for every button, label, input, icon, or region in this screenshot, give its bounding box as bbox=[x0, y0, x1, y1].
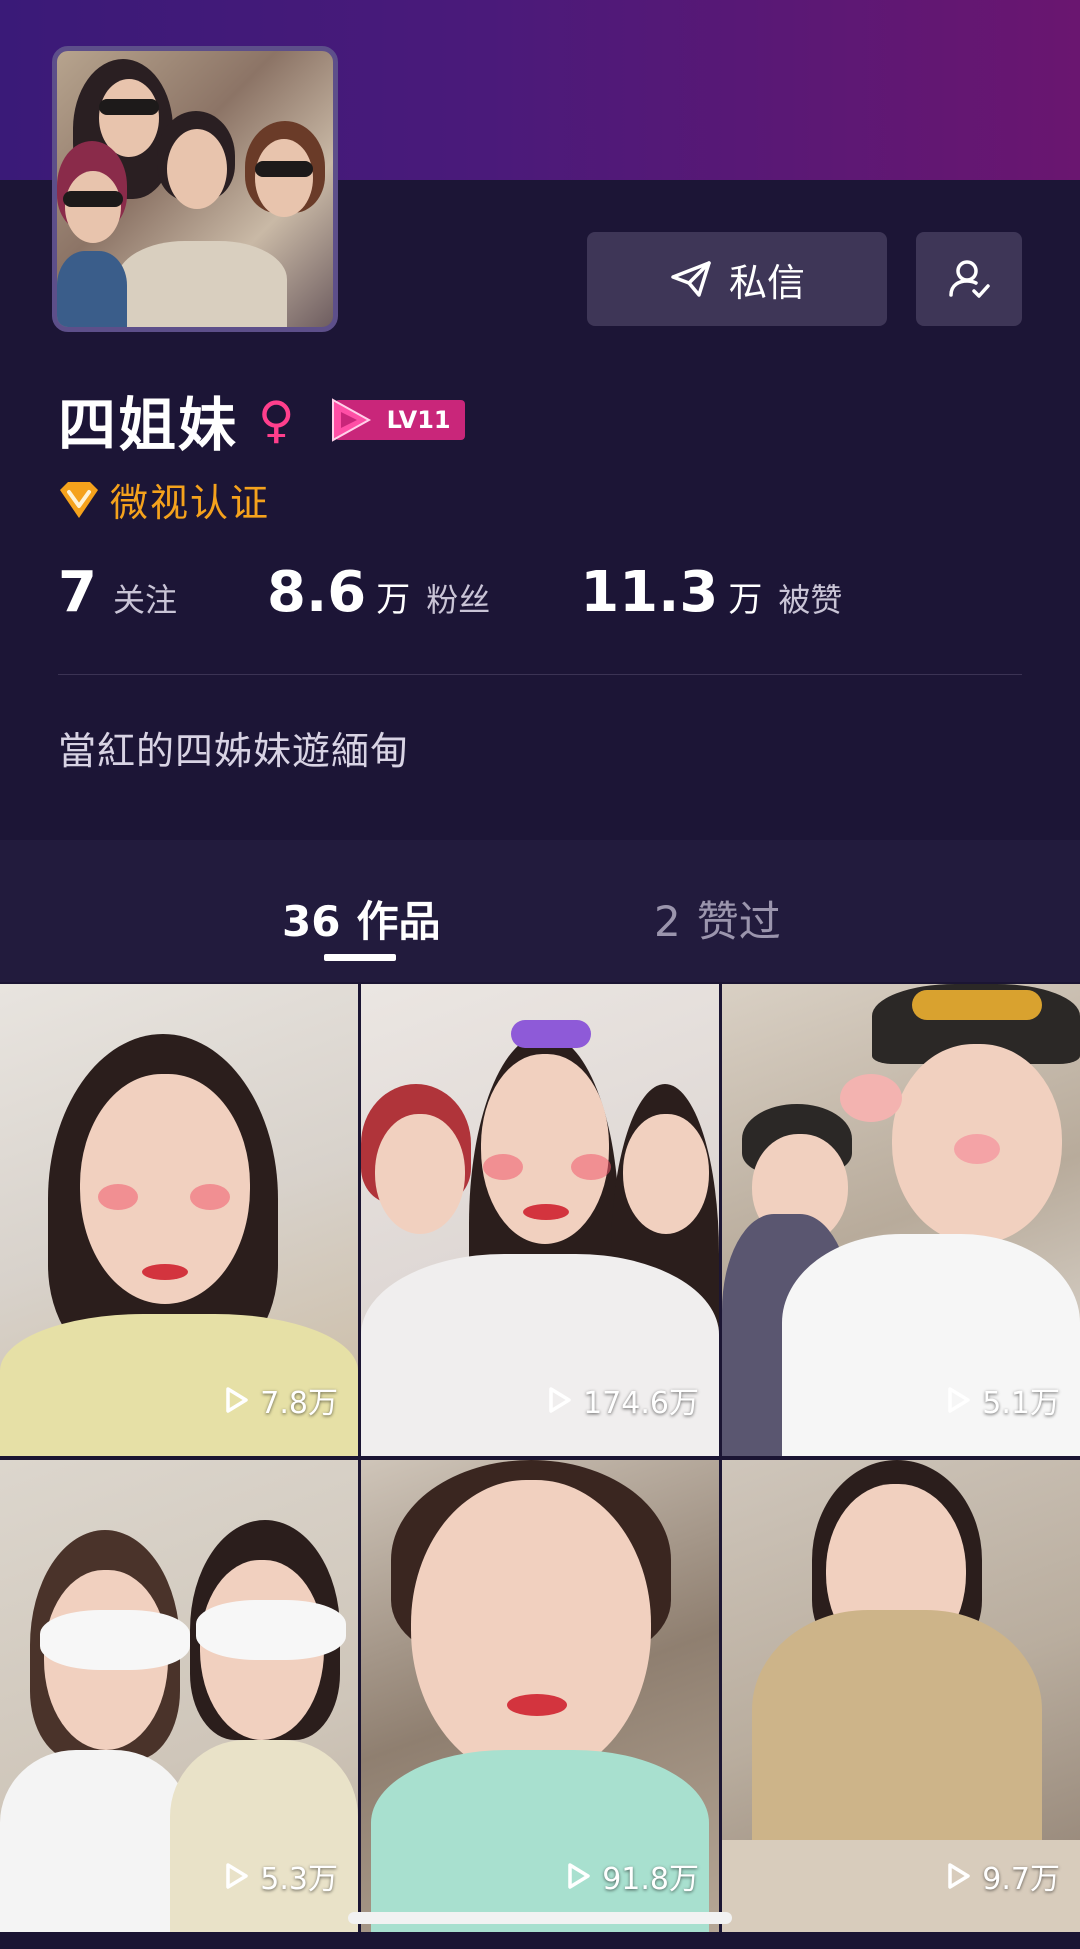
view-count-text: 174.6万 bbox=[583, 1386, 699, 1421]
tab-liked-count: 2 bbox=[654, 897, 681, 946]
thumbnail-figure bbox=[571, 1154, 611, 1180]
avatar[interactable] bbox=[52, 46, 338, 332]
stat-likes[interactable]: 11.3 万 被赞 bbox=[580, 560, 842, 625]
user-check-icon bbox=[949, 260, 990, 298]
view-count-text: 91.8万 bbox=[602, 1862, 699, 1897]
stats-row: 7 关注 8.6 万 粉丝 11.3 万 被赞 bbox=[58, 560, 932, 625]
video-thumbnail[interactable]: 91.8万 bbox=[361, 1460, 719, 1932]
thumbnail-figure bbox=[190, 1184, 230, 1210]
stat-likes-value: 11.3 bbox=[580, 560, 719, 625]
video-thumbnail[interactable]: 7.8万 bbox=[0, 984, 358, 1456]
thumbnail-figure bbox=[523, 1204, 569, 1220]
view-count: 5.1万 bbox=[946, 1378, 1060, 1422]
name-row: 四姐妹 ♀ LV11 bbox=[58, 378, 465, 462]
avatar-figure bbox=[167, 129, 227, 209]
tab-bar: 36 作品 2 赞过 bbox=[0, 840, 1080, 982]
video-thumbnail[interactable]: 5.1万 bbox=[722, 984, 1080, 1456]
tab-works-label: 作品 bbox=[356, 897, 441, 946]
thumbnail-figure bbox=[507, 1694, 567, 1716]
thumbnail-figure bbox=[623, 1114, 709, 1234]
level-badge: LV11 bbox=[331, 398, 465, 442]
view-count-text: 7.8万 bbox=[260, 1386, 338, 1421]
message-button-label: 私信 bbox=[728, 260, 805, 305]
avatar-figure bbox=[57, 251, 127, 327]
message-button[interactable]: 私信 bbox=[587, 232, 887, 326]
view-count: 9.7万 bbox=[946, 1854, 1060, 1898]
stat-fans-label: 粉丝 bbox=[426, 581, 491, 619]
thumbnail-figure bbox=[782, 1234, 1080, 1456]
thumbnail-figure bbox=[954, 1134, 1000, 1164]
thumbnail-figure bbox=[40, 1610, 190, 1670]
followed-button[interactable] bbox=[916, 232, 1022, 326]
active-tab-indicator bbox=[324, 954, 396, 961]
thumbnail-figure bbox=[142, 1264, 188, 1280]
thumbnail-figure bbox=[371, 1750, 709, 1932]
play-icon bbox=[226, 1387, 249, 1413]
avatar-figure bbox=[117, 241, 287, 327]
tab-works-count: 36 bbox=[282, 897, 341, 946]
thumbnail-figure bbox=[840, 1074, 902, 1122]
level-play-icon bbox=[331, 398, 371, 442]
thumbnail-figure bbox=[98, 1184, 138, 1210]
thumbnail-figure bbox=[752, 1610, 1042, 1860]
video-thumbnail[interactable]: 174.6万 bbox=[361, 984, 719, 1456]
view-count-text: 5.3万 bbox=[260, 1862, 338, 1897]
stat-fans[interactable]: 8.6 万 粉丝 bbox=[267, 560, 490, 625]
level-text: LV11 bbox=[386, 406, 451, 434]
view-count: 91.8万 bbox=[566, 1854, 699, 1898]
stat-following[interactable]: 7 关注 bbox=[58, 560, 177, 625]
video-thumbnail[interactable]: 5.3万 bbox=[0, 1460, 358, 1932]
thumbnail-figure bbox=[511, 1020, 591, 1048]
video-grid: 7.8万 174.6万 5.1万 5.3万 91.8万 9.7万 bbox=[0, 984, 1080, 1949]
send-icon bbox=[671, 261, 711, 297]
play-icon bbox=[948, 1863, 971, 1889]
username: 四姐妹 bbox=[58, 391, 239, 459]
verified-badge-icon bbox=[60, 481, 98, 518]
play-icon bbox=[568, 1863, 590, 1889]
verification-text: 微视认证 bbox=[110, 481, 271, 525]
play-icon bbox=[226, 1863, 249, 1889]
thumbnail-figure bbox=[411, 1480, 651, 1780]
stat-fans-value: 8.6 bbox=[266, 560, 367, 625]
bio: 當紅的四姊妹遊緬甸 bbox=[58, 729, 410, 773]
female-icon: ♀ bbox=[258, 391, 295, 449]
stat-likes-unit: 万 bbox=[728, 580, 763, 620]
divider bbox=[58, 674, 1022, 675]
home-indicator[interactable] bbox=[348, 1912, 732, 1924]
view-count-text: 9.7万 bbox=[982, 1862, 1060, 1897]
thumbnail-figure bbox=[196, 1600, 346, 1660]
thumbnail-figure bbox=[361, 1254, 719, 1456]
thumbnail-figure bbox=[375, 1114, 465, 1234]
thumbnail-figure bbox=[483, 1154, 523, 1180]
thumbnail-figure bbox=[170, 1740, 358, 1932]
tab-liked-label: 赞过 bbox=[696, 897, 781, 946]
play-icon bbox=[948, 1387, 971, 1413]
video-thumbnail[interactable]: 9.7万 bbox=[722, 1460, 1080, 1932]
avatar-figure bbox=[63, 191, 123, 207]
view-count: 174.6万 bbox=[547, 1378, 699, 1422]
play-icon bbox=[549, 1387, 571, 1413]
avatar-figure bbox=[255, 139, 313, 217]
verification-row: 微视认证 bbox=[58, 472, 270, 527]
stat-following-value: 7 bbox=[58, 560, 97, 625]
avatar-figure bbox=[99, 99, 159, 115]
stat-likes-label: 被赞 bbox=[778, 581, 843, 619]
view-count: 7.8万 bbox=[224, 1378, 338, 1422]
avatar-figure bbox=[65, 171, 121, 243]
tab-works[interactable]: 36 作品 bbox=[282, 888, 440, 949]
view-count: 5.3万 bbox=[224, 1854, 338, 1898]
stat-fans-unit: 万 bbox=[376, 580, 411, 620]
stat-following-label: 关注 bbox=[112, 581, 177, 619]
thumbnail-figure bbox=[0, 1750, 190, 1932]
view-count-text: 5.1万 bbox=[982, 1386, 1060, 1421]
thumbnail-figure bbox=[912, 990, 1042, 1020]
avatar-figure bbox=[255, 161, 313, 177]
tab-liked[interactable]: 2 赞过 bbox=[654, 888, 781, 949]
